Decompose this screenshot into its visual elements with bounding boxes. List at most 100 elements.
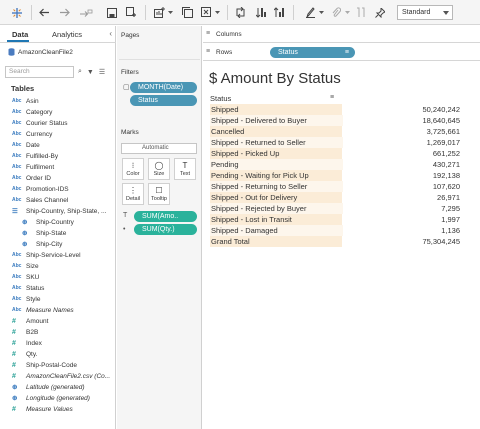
new-worksheet-icon[interactable] (152, 5, 166, 20)
field-item[interactable]: Abc Status (12, 283, 44, 293)
undo-icon[interactable] (37, 5, 52, 20)
highlight-dropdown-icon[interactable] (318, 5, 325, 20)
highlight-icon[interactable] (305, 5, 316, 20)
sort-ascending-icon[interactable] (255, 5, 268, 20)
field-item[interactable]: Abc Currency (12, 129, 52, 139)
rows-shelf[interactable]: ≡ Rows Status ≡ (203, 44, 480, 61)
redo-icon[interactable] (57, 5, 72, 20)
table-row[interactable]: Shipped - Out for Delivery 26,971 (209, 192, 461, 203)
grand-total-row[interactable]: Grand Total 75,304,245 (209, 236, 461, 247)
field-item[interactable]: Abc Asin (12, 96, 39, 106)
field-item[interactable]: Abc Measure Names (12, 305, 74, 315)
status-column-header[interactable]: Status (210, 94, 231, 103)
field-item[interactable]: Abc Style (12, 294, 40, 304)
fit-select[interactable]: Standard (397, 5, 453, 20)
field-item[interactable]: Abc Size (12, 261, 39, 271)
search-input[interactable]: Search (5, 66, 74, 78)
filter-pill-month-date[interactable]: MONTH(Date) (130, 82, 197, 93)
field-item[interactable]: Abc Order ID (12, 173, 51, 183)
amount-cell: 3,725,661 (342, 126, 460, 137)
worksheet-view: $ Amount By Status Status ≡ Shipped 50,24… (203, 61, 480, 429)
field-item[interactable]: Abc Fulfilment (12, 162, 54, 172)
tab-analytics[interactable]: Analytics (52, 30, 82, 39)
tooltip-button[interactable]: ☐ Tooltip (148, 183, 170, 205)
field-item[interactable]: Abc Promotion-IDS (12, 184, 69, 194)
view-options-icon[interactable]: ☰ (99, 68, 105, 76)
table-row[interactable]: Pending - Waiting for Pick Up 192,138 (209, 170, 461, 181)
text-button[interactable]: T Text (174, 158, 196, 180)
clip-dropdown-icon[interactable] (344, 5, 351, 20)
string-type-icon: Abc (12, 252, 22, 258)
pin-icon[interactable] (374, 5, 385, 20)
color-button[interactable]: ⁝ Color (122, 158, 144, 180)
amount-cell: 7,295 (441, 204, 460, 213)
sort-indicator-icon: ≡ (344, 49, 349, 56)
new-worksheet-dropdown-icon[interactable] (167, 5, 174, 20)
field-item[interactable]: ⊕ Ship-State (22, 228, 66, 238)
table-row[interactable]: Cancelled 3,725,661 (209, 126, 461, 137)
tableau-logo-icon[interactable] (9, 5, 24, 20)
field-item[interactable]: ⊕ Longitude (generated) (12, 393, 90, 403)
rows-pill-status[interactable]: Status ≡ (270, 47, 355, 58)
table-row[interactable]: Shipped - Picked Up 661,252 (209, 148, 461, 159)
table-row[interactable]: Shipped - Returning to Seller 107,620 (209, 181, 461, 192)
size-button[interactable]: ◯ Size (148, 158, 170, 180)
sort-descending-icon[interactable] (273, 5, 286, 20)
field-item[interactable]: Abc Sales Channel (12, 195, 68, 205)
columns-icon: ≡ (206, 30, 211, 37)
search-icon[interactable]: ⌕ (78, 68, 82, 76)
rows-icon: ≡ (206, 48, 211, 55)
field-item[interactable]: # AmazonCleanFile2.csv (Co... (12, 371, 110, 381)
field-item[interactable]: Abc Date (12, 140, 40, 150)
field-name: Qty. (26, 350, 38, 358)
new-datasource-icon[interactable] (125, 5, 138, 20)
table-row[interactable]: Shipped - Returned to Seller 1,269,017 (209, 137, 461, 148)
field-item[interactable]: # Qty. (12, 349, 37, 359)
duplicate-dropdown-icon[interactable] (214, 5, 221, 20)
columns-shelf[interactable]: ≡ Columns (203, 26, 480, 43)
field-item[interactable]: Abc Ship-Service-Level (12, 250, 81, 260)
field-item[interactable]: # Index (12, 338, 42, 348)
mark-type-select[interactable]: Automatic (121, 143, 197, 154)
swap-icon[interactable] (234, 5, 247, 20)
collapse-pane-icon[interactable]: ‹ (109, 29, 112, 38)
field-item[interactable]: # Ship-Postal-Code (12, 360, 77, 370)
status-cell: Shipped - Picked Up (210, 148, 343, 159)
redo-dropdown-icon[interactable] (78, 5, 96, 20)
save-icon[interactable] (105, 5, 118, 20)
table-row[interactable]: Pending 430,271 (209, 159, 461, 170)
duplicate-icon[interactable] (180, 5, 194, 20)
field-name: AmazonCleanFile2.csv (Co... (26, 372, 111, 380)
text-button-label: Text (179, 171, 191, 177)
field-item[interactable]: Abc Category (12, 107, 52, 117)
field-item[interactable]: # B2B (12, 327, 38, 337)
field-item[interactable]: ⊕ Latitude (generated) (12, 382, 85, 392)
field-item[interactable]: ☰ Ship-Country, Ship-State, ... (12, 206, 106, 216)
filter-icon[interactable]: ▼ (87, 69, 94, 76)
table-row[interactable]: Shipped 50,240,242 (209, 104, 461, 115)
tab-data[interactable]: Data (12, 30, 28, 39)
field-item[interactable]: Abc SKU (12, 272, 39, 282)
mark-pill-sum-qty[interactable]: SUM(Qty.) (134, 224, 197, 235)
datasource-item[interactable]: AmazonCleanFile2 (8, 47, 73, 57)
field-item[interactable]: ⊕ Ship-City (22, 239, 62, 249)
pages-shelf[interactable] (119, 42, 200, 60)
table-row[interactable]: Shipped - Lost in Transit 1,997 (209, 214, 461, 225)
table-row[interactable]: Shipped - Delivered to Buyer 18,640,645 (209, 115, 461, 126)
detail-button[interactable]: ⋮ Detail (122, 183, 144, 205)
table-row[interactable]: Shipped - Rejected by Buyer 7,295 (209, 203, 461, 214)
sort-icon[interactable]: ≡ (330, 94, 334, 101)
filter-pill-status[interactable]: Status (130, 95, 197, 106)
marks-icon[interactable] (355, 5, 366, 20)
table-row[interactable]: Shipped - Damaged 1,136 (209, 225, 461, 236)
clip-icon[interactable] (331, 5, 342, 20)
field-item[interactable]: # Amount (12, 316, 48, 326)
field-item[interactable]: # Measure Values (12, 404, 73, 414)
field-item[interactable]: Abc Courier Status (12, 118, 68, 128)
field-item[interactable]: ⊕ Ship-Country (22, 217, 74, 227)
field-name: SKU (26, 273, 40, 281)
clear-sheet-icon[interactable] (199, 5, 213, 20)
mark-pill-sum-amount[interactable]: SUM(Amo.. (134, 211, 197, 222)
field-item[interactable]: Abc Fulfilled-By (12, 151, 58, 161)
number-type-icon: # (12, 328, 16, 336)
